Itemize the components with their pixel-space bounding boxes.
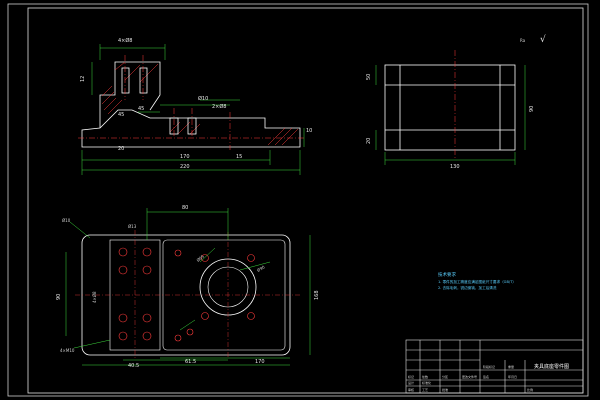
tb-cell: 标准化 bbox=[422, 380, 431, 385]
tech-requirements-heading: 技术要求 bbox=[438, 271, 456, 278]
top-dim-61-5: 61.5 bbox=[185, 359, 196, 365]
top-dim-dia10: Ø10 bbox=[62, 218, 71, 223]
roughness-symbol: Ra bbox=[520, 38, 526, 43]
side-dim-90: 90 bbox=[529, 106, 535, 112]
tb-cell: 重量 bbox=[508, 364, 514, 369]
top-dim-dia13: Ø13 bbox=[128, 224, 137, 229]
top-dim-168: 168 bbox=[314, 290, 320, 300]
front-dim-2holes: 2×Ø8 bbox=[212, 103, 227, 110]
check-mark-icon: √ bbox=[540, 34, 546, 45]
front-dim-10: 10 bbox=[306, 128, 312, 134]
top-dim-40-5: 40.5 bbox=[128, 363, 139, 369]
title-block-name: 夹具底座零件图 bbox=[534, 363, 569, 370]
top-dim-80: 80 bbox=[182, 205, 188, 211]
front-dim-45b: 45 bbox=[118, 112, 124, 118]
side-dim-130: 130 bbox=[450, 164, 460, 170]
top-dim-holes: 4×Ø8 bbox=[92, 291, 97, 303]
front-dim-45: 45 bbox=[138, 106, 144, 112]
top-view bbox=[65, 208, 311, 366]
tb-cell: 批准 bbox=[442, 387, 448, 392]
tb-cell: 审核 bbox=[408, 387, 414, 392]
front-view bbox=[78, 44, 305, 175]
side-dim-20: 20 bbox=[366, 138, 372, 144]
tech-requirement-item: 2. 去除毛刺，锐边倒钝，加工后清洗 bbox=[438, 285, 497, 290]
top-dim-90: 90 bbox=[56, 294, 62, 300]
front-dim-15: 15 bbox=[236, 154, 242, 160]
top-dim-m10: 4×M10 bbox=[60, 348, 75, 353]
front-dim-holes: 4×Ø8 bbox=[118, 37, 133, 44]
front-dim-height: 12 bbox=[80, 76, 86, 82]
tb-cell: 工艺 bbox=[422, 387, 428, 392]
side-view bbox=[375, 50, 526, 165]
tb-cell: 设计 bbox=[408, 380, 414, 385]
top-dim-170: 170 bbox=[255, 359, 265, 365]
tb-cell: 年月日 bbox=[508, 374, 517, 379]
tb-cell: 分区 bbox=[442, 374, 448, 379]
front-dim-dia10: Ø10 bbox=[198, 95, 208, 102]
tb-cell: 阶段标记 bbox=[483, 364, 495, 369]
tb-cell: 签名 bbox=[483, 374, 489, 379]
tb-cell: 处数 bbox=[422, 374, 428, 379]
outer-frame bbox=[7, 3, 589, 397]
side-dim-50: 50 bbox=[366, 74, 372, 80]
tb-cell: 比例 bbox=[527, 387, 533, 392]
cad-drawing: 4×Ø8 12 45 Ø10 2×Ø8 170 220 20 15 10 45 … bbox=[7, 3, 589, 397]
front-dim-170: 170 bbox=[180, 154, 190, 160]
tb-cell: 标记 bbox=[408, 374, 414, 379]
tb-cell: 更改文件号 bbox=[462, 374, 477, 379]
tech-requirement-item: 1. 零件的加工精度应满足图纸尺寸要求（GB/T） bbox=[438, 279, 516, 284]
front-dim-220: 220 bbox=[180, 164, 190, 170]
front-dim-20: 20 bbox=[118, 146, 124, 152]
